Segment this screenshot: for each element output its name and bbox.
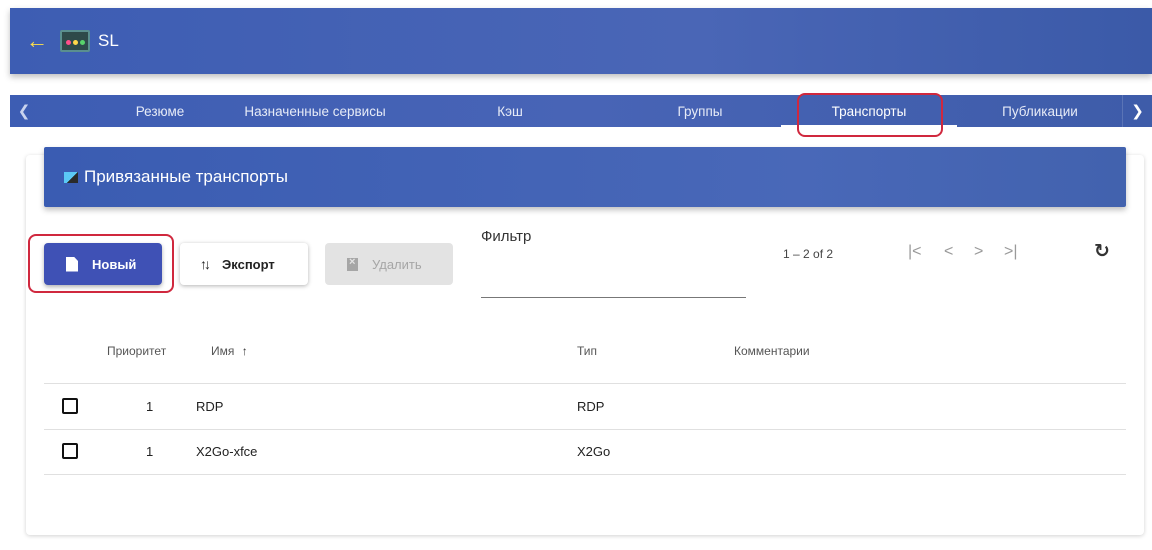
row-checkbox[interactable] <box>62 398 78 414</box>
row-checkbox[interactable] <box>62 443 78 459</box>
cell-type: X2Go <box>577 444 611 459</box>
delete-icon <box>347 256 358 271</box>
row-divider <box>44 474 1126 475</box>
filter-label: Фильтр <box>481 228 532 245</box>
row-divider <box>44 429 1126 430</box>
column-header-type[interactable]: Тип <box>577 344 597 358</box>
column-header-name[interactable]: Имя ↑ <box>211 344 248 358</box>
tab-transports[interactable]: Транспорты <box>781 95 957 127</box>
app-title: SL <box>98 31 119 50</box>
cell-priority: 1 <box>146 399 154 414</box>
app-root: ← SL ❮ Резюме Назначенные сервисы Кэш Гр… <box>0 0 1152 550</box>
transport-icon <box>64 171 78 183</box>
tab-cache[interactable]: Кэш <box>450 95 570 127</box>
tab-assigned-services[interactable]: Назначенные сервисы <box>220 95 410 127</box>
cell-priority: 1 <box>146 444 154 459</box>
app-logo-icon <box>60 30 90 52</box>
new-button-label: Новый <box>92 256 137 272</box>
sort-arrow-up-icon: ↑ <box>241 344 248 358</box>
column-header-comments[interactable]: Комментарии <box>734 344 810 358</box>
cell-name: X2Go-xfce <box>196 444 258 459</box>
export-button[interactable]: ↑↓ Экспорт <box>180 243 308 285</box>
next-page-icon[interactable]: > <box>974 243 983 261</box>
cell-name: RDP <box>196 399 224 414</box>
column-header-name-label: Имя <box>211 344 235 358</box>
chevron-right-icon[interactable]: ❯ <box>1122 95 1152 127</box>
card-header: Привязанные транспорты <box>44 147 1126 207</box>
last-page-icon[interactable]: >| <box>1004 243 1018 261</box>
cell-type: RDP <box>577 399 605 414</box>
new-button[interactable]: Новый <box>44 243 162 285</box>
card-title: Привязанные транспорты <box>84 167 288 186</box>
tab-groups[interactable]: Группы <box>640 95 760 127</box>
header-divider <box>44 383 1126 384</box>
refresh-icon[interactable]: ↻ <box>1094 240 1110 263</box>
tab-resume[interactable]: Резюме <box>96 95 224 127</box>
file-icon <box>66 256 78 272</box>
delete-button[interactable]: Удалить <box>325 243 453 285</box>
tab-publications[interactable]: Публикации <box>970 95 1110 127</box>
paginator-range: 1 – 2 of 2 <box>783 247 834 261</box>
first-page-icon[interactable]: |< <box>908 243 922 261</box>
delete-button-label: Удалить <box>372 256 422 272</box>
filter-input[interactable] <box>481 258 746 298</box>
column-header-priority[interactable]: Приоритет <box>107 344 166 358</box>
tab-bar: ❮ Резюме Назначенные сервисы Кэш Группы … <box>10 95 1152 127</box>
import-export-icon: ↑↓ <box>200 256 211 272</box>
export-button-label: Экспорт <box>222 256 275 272</box>
previous-page-icon[interactable]: < <box>944 243 953 261</box>
arrow-left-icon[interactable]: ← <box>26 30 54 52</box>
chevron-left-icon[interactable]: ❮ <box>10 95 38 127</box>
app-bar: ← SL <box>10 8 1152 74</box>
